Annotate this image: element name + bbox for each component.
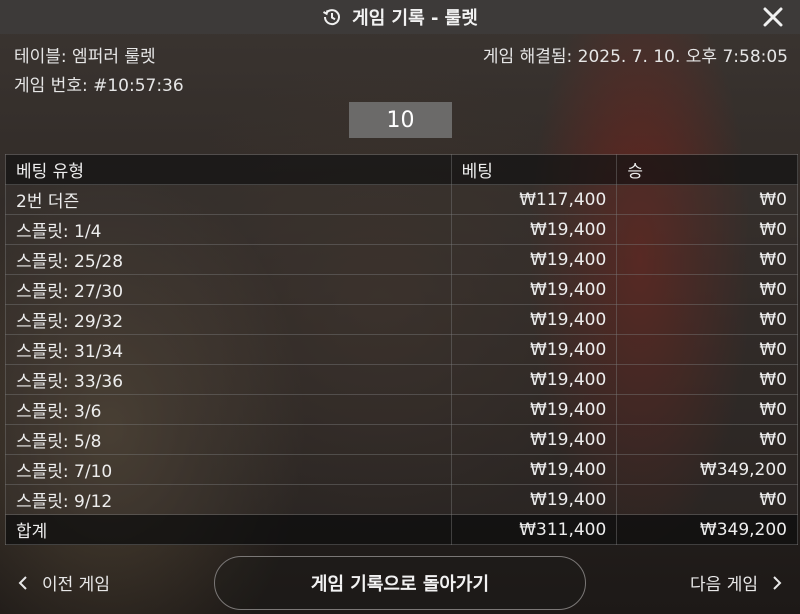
- win-amount-cell: ₩349,200: [616, 454, 798, 485]
- table-row: 스플릿: 3/6 ₩19,400 ₩0: [5, 394, 798, 425]
- bet-type-cell: 스플릿: 3/6: [5, 394, 452, 425]
- bet-amount-cell: ₩19,400: [450, 244, 618, 275]
- bet-amount-cell: ₩19,400: [450, 454, 618, 485]
- win-amount-cell: ₩0: [616, 184, 798, 215]
- bet-type-cell: 스플릿: 5/8: [5, 424, 452, 455]
- bet-amount-cell: ₩19,400: [450, 364, 618, 395]
- bet-type-cell: 스플릿: 25/28: [5, 244, 452, 275]
- win-amount-cell: ₩0: [616, 334, 798, 365]
- table-row: 스플릿: 29/32 ₩19,400 ₩0: [5, 304, 798, 335]
- win-amount-cell: ₩0: [616, 364, 798, 395]
- table-row: 스플릿: 7/10 ₩19,400 ₩349,200: [5, 454, 798, 485]
- total-row: 합계 ₩311,400 ₩349,200: [5, 514, 798, 545]
- bet-type-cell: 스플릿: 29/32: [5, 304, 452, 335]
- bet-type-cell: 스플릿: 9/12: [5, 484, 452, 515]
- table-row: 스플릿: 25/28 ₩19,400 ₩0: [5, 244, 798, 275]
- bets-table: 베팅 유형 베팅 승 2번 더즌 ₩117,400 ₩0 스플릿: 1/4 ₩19,40…: [5, 154, 798, 545]
- close-button[interactable]: [760, 4, 786, 30]
- previous-game-label[interactable]: 이전 게임: [42, 570, 110, 595]
- table-row: 스플릿: 1/4 ₩19,400 ₩0: [5, 214, 798, 245]
- close-icon[interactable]: [763, 7, 783, 27]
- previous-game-button[interactable]: 이전 게임: [18, 570, 110, 595]
- bet-type-cell: 스플릿: 33/36: [5, 364, 452, 395]
- bet-rows: 2번 더즌 ₩117,400 ₩0 스플릿: 1/4 ₩19,400 ₩0 스플릿: 25/…: [5, 184, 798, 515]
- back-to-history-label[interactable]: 게임 기록으로 돌아가기: [311, 570, 489, 596]
- winning-number: 10: [349, 102, 452, 138]
- total-label: 합계: [5, 514, 452, 545]
- bet-amount-cell: ₩19,400: [450, 424, 618, 455]
- win-amount-cell: ₩0: [616, 304, 798, 335]
- game-number: 게임 번호: #10:57:36: [14, 76, 184, 96]
- bet-type-cell: 스플릿: 1/4: [5, 214, 452, 245]
- bet-amount-cell: ₩19,400: [450, 214, 618, 245]
- bet-type-cell: 스플릿: 31/34: [5, 334, 452, 365]
- total-bet: ₩311,400: [450, 514, 618, 545]
- chevron-right-icon[interactable]: [772, 575, 782, 590]
- table-row: 스플릿: 33/36 ₩19,400 ₩0: [5, 364, 798, 395]
- game-resolved-time: 게임 해결됨: 2025. 7. 10. 오후 7:58:05: [482, 47, 788, 67]
- bet-type-cell: 2번 더즌: [5, 184, 452, 215]
- table-header-row: 베팅 유형 베팅 승: [5, 154, 798, 185]
- chevron-left-icon[interactable]: [18, 575, 28, 590]
- table-row: 스플릿: 5/8 ₩19,400 ₩0: [5, 424, 798, 455]
- total-win: ₩349,200: [616, 514, 798, 545]
- bet-amount-cell: ₩19,400: [450, 484, 618, 515]
- bet-type-cell: 스플릿: 27/30: [5, 274, 452, 305]
- header-bet-type: 베팅 유형: [5, 154, 452, 185]
- bet-amount-cell: ₩19,400: [450, 334, 618, 365]
- table-row: 2번 더즌 ₩117,400 ₩0: [5, 184, 798, 215]
- header-win: 승: [616, 154, 798, 185]
- win-amount-cell: ₩0: [616, 424, 798, 455]
- bet-amount-cell: ₩19,400: [450, 304, 618, 335]
- bet-type-cell: 스플릿: 7/10: [5, 454, 452, 485]
- header-bet: 베팅: [450, 154, 618, 185]
- page-title: 게임 기록 - 룰렛: [352, 8, 478, 29]
- table-row: 스플릿: 9/12 ₩19,400 ₩0: [5, 484, 798, 515]
- history-icon: [322, 7, 342, 27]
- table-row: 스플릿: 31/34 ₩19,400 ₩0: [5, 334, 798, 365]
- bet-amount-cell: ₩19,400: [450, 394, 618, 425]
- next-game-button[interactable]: 다음 게임: [690, 570, 782, 595]
- back-to-history-button[interactable]: 게임 기록으로 돌아가기: [214, 556, 586, 610]
- header-title-group: 게임 기록 - 룰렛: [322, 4, 478, 30]
- win-amount-cell: ₩0: [616, 394, 798, 425]
- bet-amount-cell: ₩117,400: [450, 184, 618, 215]
- win-amount-cell: ₩0: [616, 274, 798, 305]
- win-amount-cell: ₩0: [616, 214, 798, 245]
- bet-amount-cell: ₩19,400: [450, 274, 618, 305]
- next-game-label[interactable]: 다음 게임: [690, 570, 758, 595]
- win-amount-cell: ₩0: [616, 244, 798, 275]
- table-row: 스플릿: 27/30 ₩19,400 ₩0: [5, 274, 798, 305]
- win-amount-cell: ₩0: [616, 484, 798, 515]
- table-name: 테이블: 엠퍼러 룰렛: [14, 47, 156, 67]
- header-bar: 게임 기록 - 룰렛: [0, 0, 800, 34]
